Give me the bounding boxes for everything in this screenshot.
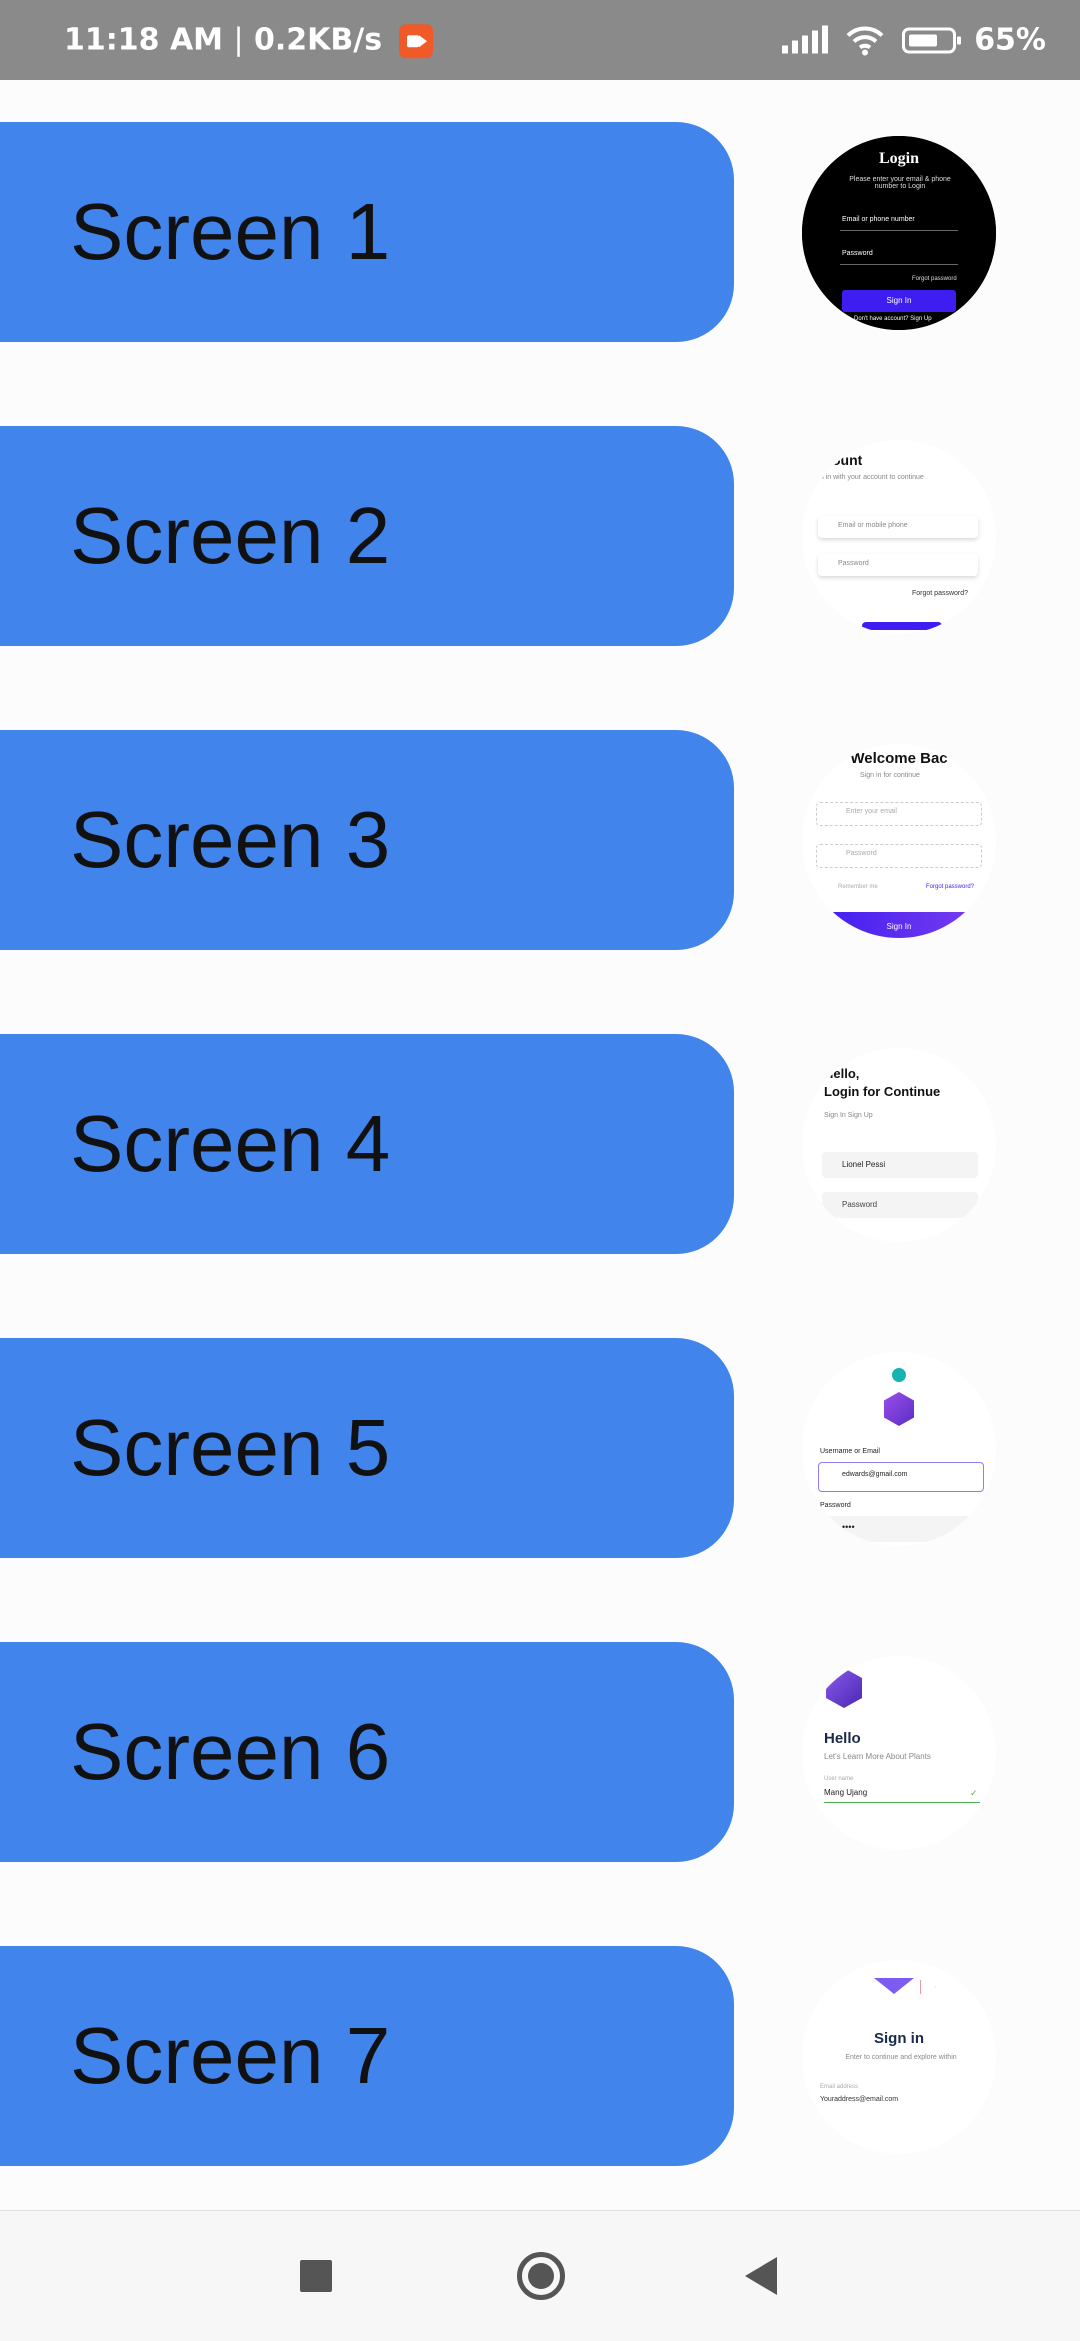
logo-icon xyxy=(892,1368,906,1382)
thumb-field-2: Password xyxy=(842,250,873,257)
thumb-subtitle: Please enter your email & phone number t… xyxy=(849,176,951,190)
thumb-subtitle: Enter to continue and explore within xyxy=(845,2054,957,2061)
status-bar: 11:18 AM | 0.2KB/s 65% xyxy=(0,0,1080,80)
thumb-field-2: Password xyxy=(842,1200,878,1209)
screen-label: Screen 6 xyxy=(70,1707,391,1796)
screen-3-button[interactable]: Screen 3 xyxy=(0,730,734,950)
check-icon: ✓ xyxy=(970,1788,978,1798)
thumb-remember: Remember me xyxy=(838,884,878,890)
battery-percent: 65% xyxy=(974,22,1046,58)
status-separator: | xyxy=(233,22,244,58)
status-bar-right: 65% xyxy=(782,23,1046,58)
screen-5-button[interactable]: Screen 5 xyxy=(0,1338,734,1558)
screen-6-button[interactable]: Screen 6 xyxy=(0,1642,734,1862)
thumb-tabs: Sign In Sign Up xyxy=(824,1112,873,1119)
screen-7-thumbnail[interactable]: Sign in Enter to continue and explore wi… xyxy=(802,1960,996,2154)
thumb-field-2: Password xyxy=(846,850,877,857)
thumb-title-line-1: Hello, xyxy=(824,1066,860,1081)
screen-2-thumbnail[interactable]: ount gn in with your account to continue… xyxy=(802,440,996,634)
status-network-speed: 0.2KB/s xyxy=(254,22,383,58)
cube-icon xyxy=(826,1668,862,1708)
thumb-field-1: Email or mobile phone xyxy=(838,522,908,529)
thumb-forgot: Forgot password? xyxy=(926,884,975,890)
paper-plane-icon xyxy=(920,1980,936,1994)
screen-1-button[interactable]: Screen 1 xyxy=(0,122,734,342)
screen-7-button[interactable]: Screen 7 xyxy=(0,1946,734,2166)
screen-label: Screen 4 xyxy=(70,1099,391,1188)
thumb-title: Welcome Bac xyxy=(850,750,948,767)
thumb-field-2: Password xyxy=(838,560,869,567)
screen-4-thumbnail[interactable]: Hello, Login for Continue Sign In Sign U… xyxy=(802,1048,996,1242)
thumb-forgot: Forgot password? xyxy=(912,590,969,597)
thumb-button: Sign In xyxy=(812,912,986,938)
thumb-title: Sign in xyxy=(874,2030,924,2047)
thumb-label: Email address xyxy=(820,2084,859,2090)
thumb-field-1: Lionel Pessi xyxy=(842,1160,886,1169)
navigation-bar xyxy=(0,2210,1080,2341)
screen-label: Screen 5 xyxy=(70,1403,391,1492)
battery-icon xyxy=(902,27,962,53)
list-item: Screen 4 Hello, Login for Continue Sign … xyxy=(0,1034,1080,1254)
screen-5-thumbnail[interactable]: Username or Email edwards@gmail.com Pass… xyxy=(802,1352,996,1546)
thumb-field-1: edwards@gmail.com xyxy=(842,1471,908,1478)
screen-list: Screen 1 Login Please enter your email &… xyxy=(0,80,1080,2210)
screen-4-button[interactable]: Screen 4 xyxy=(0,1034,734,1254)
thumb-title-line-2: Login for Continue xyxy=(824,1084,941,1099)
status-bar-time-group: 11:18 AM | 0.2KB/s xyxy=(64,22,433,58)
thumb-subtitle: gn in with your account to continue xyxy=(816,474,924,481)
screen-label: Screen 1 xyxy=(70,187,391,276)
thumb-label: User name xyxy=(824,1776,854,1782)
screen-6-thumbnail[interactable]: Hello Let's Learn More About Plants User… xyxy=(802,1656,996,1850)
thumb-subtitle: Sign in for continue xyxy=(860,772,920,779)
thumb-button: Sign In xyxy=(842,290,956,312)
thumb-footer: Don't have account? Sign Up xyxy=(854,316,932,322)
wifi-icon xyxy=(846,25,884,55)
screen-3-thumbnail[interactable]: Welcome Bac Sign in for continue Enter y… xyxy=(802,744,996,938)
home-circle-icon[interactable] xyxy=(517,2252,565,2300)
thumb-label-2: Password xyxy=(820,1502,851,1509)
recents-square-icon[interactable] xyxy=(300,2260,332,2292)
screen-label: Screen 3 xyxy=(70,795,391,884)
list-item: Screen 1 Login Please enter your email &… xyxy=(0,122,1080,342)
screen-2-button[interactable]: Screen 2 xyxy=(0,426,734,646)
signal-icon xyxy=(782,25,829,53)
cube-icon xyxy=(884,1392,914,1426)
thumb-title: Hello xyxy=(824,1730,861,1747)
thumb-field: Mang Ujang xyxy=(824,1788,868,1797)
thumb-forgot: Forgot password xyxy=(912,276,957,282)
list-item: Screen 2 ount gn in with your account to… xyxy=(0,426,1080,646)
list-item: Screen 5 Username or Email edwards@gmail… xyxy=(0,1338,1080,1558)
screen-record-icon xyxy=(398,23,433,58)
thumb-subtitle: Let's Learn More About Plants xyxy=(824,1752,931,1761)
envelope-icon xyxy=(874,1978,914,1994)
back-triangle-icon[interactable] xyxy=(745,2257,777,2295)
thumb-field-1: Enter your email xyxy=(846,808,897,815)
screen-label: Screen 2 xyxy=(70,491,391,580)
thumb-field-1: Email or phone number xyxy=(842,216,915,223)
thumb-field: Youraddress@email.com xyxy=(820,2096,899,2103)
list-item: Screen 6 Hello Let's Learn More About Pl… xyxy=(0,1642,1080,1862)
screen-label: Screen 7 xyxy=(70,2011,391,2100)
list-item: Screen 7 Sign in Enter to continue and e… xyxy=(0,1946,1080,2166)
thumb-title: ount xyxy=(832,452,863,468)
thumb-label-1: Username or Email xyxy=(820,1448,880,1455)
status-time: 11:18 AM xyxy=(64,22,224,58)
thumb-field-2: •••• xyxy=(842,1522,855,1532)
thumb-title: Login xyxy=(878,150,919,167)
list-item: Screen 3 Welcome Bac Sign in for continu… xyxy=(0,730,1080,950)
screen-1-thumbnail[interactable]: Login Please enter your email & phone nu… xyxy=(802,136,996,330)
